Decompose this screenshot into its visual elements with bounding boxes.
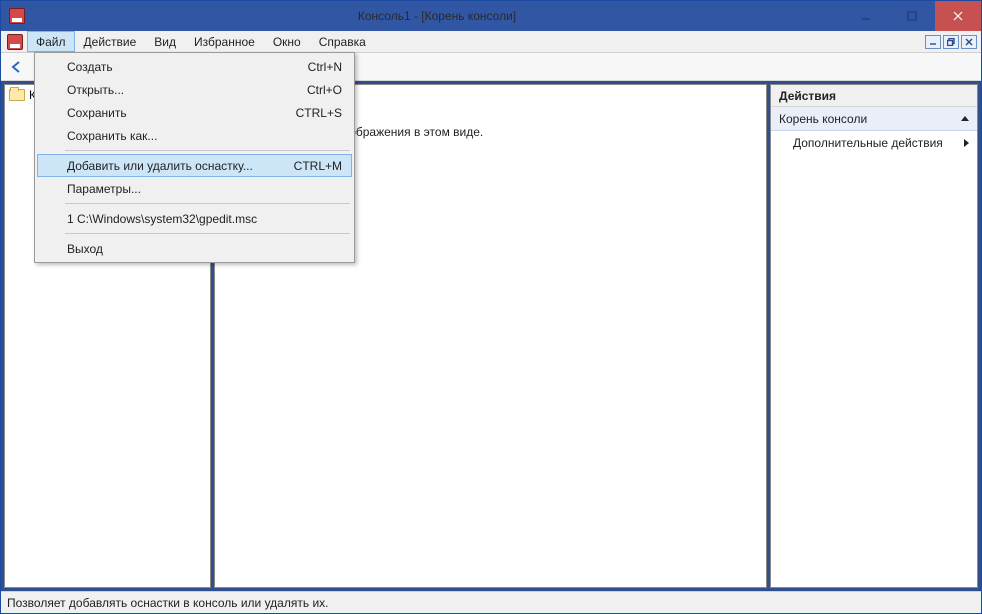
menu-separator [65, 203, 350, 204]
menu-item-shortcut: CTRL+M [294, 159, 342, 173]
app-icon [9, 8, 25, 24]
folder-icon [9, 89, 25, 101]
status-text: Позволяет добавлять оснастки в консоль и… [7, 596, 328, 610]
menu-item-open[interactable]: Открыть... Ctrl+O [37, 78, 352, 101]
actions-root-row[interactable]: Корень консоли [771, 107, 977, 131]
menu-separator [65, 150, 350, 151]
file-menu-dropdown: Создать Ctrl+N Открыть... Ctrl+O Сохрани… [34, 52, 355, 263]
actions-header: Действия [771, 85, 977, 107]
menu-item-shortcut: Ctrl+N [308, 60, 342, 74]
menu-item-exit[interactable]: Выход [37, 237, 352, 260]
menu-item-create[interactable]: Создать Ctrl+N [37, 55, 352, 78]
actions-more-label: Дополнительные действия [793, 136, 943, 150]
minimize-button[interactable] [843, 1, 889, 31]
menu-help[interactable]: Справка [310, 31, 375, 52]
window-title: Консоль1 - [Корень консоли] [31, 9, 843, 23]
back-button[interactable] [7, 57, 27, 77]
menu-action[interactable]: Действие [75, 31, 146, 52]
menu-item-save-as[interactable]: Сохранить как... [37, 124, 352, 147]
menu-item-label: Сохранить [67, 106, 127, 120]
mdi-close-button[interactable] [961, 35, 977, 49]
mdi-controls [925, 31, 981, 52]
menu-item-save[interactable]: Сохранить CTRL+S [37, 101, 352, 124]
maximize-button[interactable] [889, 1, 935, 31]
menu-favorites[interactable]: Избранное [185, 31, 264, 52]
menu-item-label: Параметры... [67, 182, 141, 196]
chevron-right-icon [964, 139, 969, 147]
actions-pane: Действия Корень консоли Дополнительные д… [770, 84, 978, 588]
app-icon-small [7, 34, 23, 50]
mdi-restore-button[interactable] [943, 35, 959, 49]
statusbar: Позволяет добавлять оснастки в консоль и… [1, 591, 981, 613]
menu-item-options[interactable]: Параметры... [37, 177, 352, 200]
menubar: Файл Действие Вид Избранное Окно Справка [1, 31, 981, 53]
menu-item-label: 1 C:\Windows\system32\gpedit.msc [67, 212, 257, 226]
menu-item-label: Выход [67, 242, 103, 256]
menu-window[interactable]: Окно [264, 31, 310, 52]
menu-separator [65, 233, 350, 234]
collapse-icon [961, 116, 969, 121]
window-controls [843, 1, 981, 31]
menu-view[interactable]: Вид [145, 31, 185, 52]
titlebar: Консоль1 - [Корень консоли] [1, 1, 981, 31]
actions-root-label: Корень консоли [779, 112, 867, 126]
menu-item-label: Открыть... [67, 83, 124, 97]
menu-item-label: Сохранить как... [67, 129, 157, 143]
menu-item-label: Создать [67, 60, 113, 74]
menu-item-add-remove-snapin[interactable]: Добавить или удалить оснастку... CTRL+M [37, 154, 352, 177]
menu-item-shortcut: Ctrl+O [307, 83, 342, 97]
actions-more-row[interactable]: Дополнительные действия [771, 131, 977, 155]
close-button[interactable] [935, 1, 981, 31]
mdi-minimize-button[interactable] [925, 35, 941, 49]
menu-item-recent-1[interactable]: 1 C:\Windows\system32\gpedit.msc [37, 207, 352, 230]
menu-item-shortcut: CTRL+S [296, 106, 342, 120]
menu-file[interactable]: Файл [27, 31, 75, 52]
menu-item-label: Добавить или удалить оснастку... [67, 159, 253, 173]
